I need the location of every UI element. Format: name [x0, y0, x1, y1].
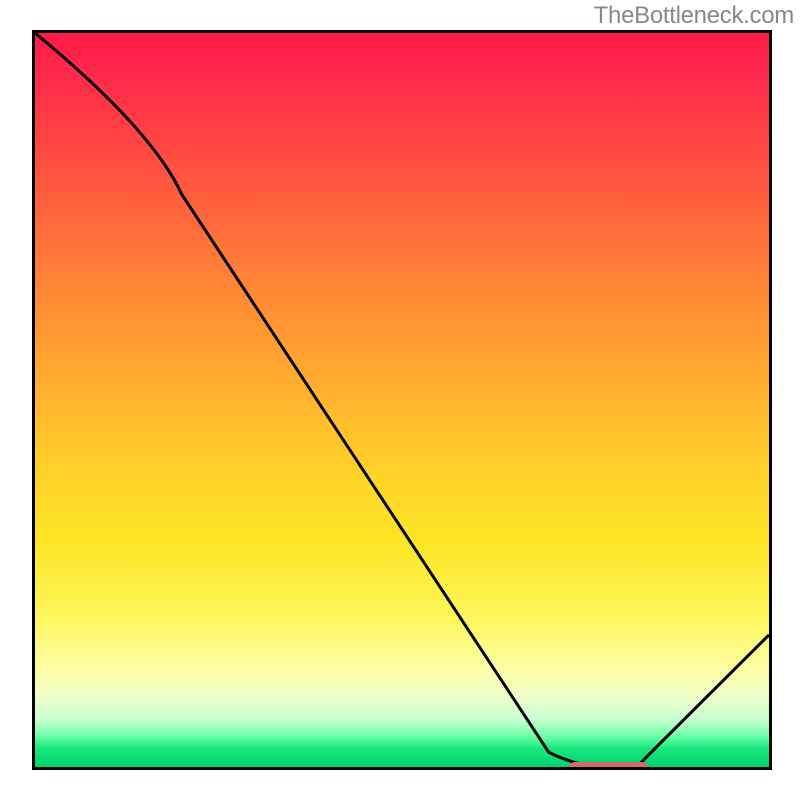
optimal-marker	[568, 762, 649, 770]
plot-area	[32, 30, 772, 770]
bottleneck-curve	[35, 33, 769, 767]
curve-path	[35, 33, 769, 767]
watermark-text: TheBottleneck.com	[594, 2, 794, 30]
chart-container: TheBottleneck.com	[0, 0, 800, 800]
